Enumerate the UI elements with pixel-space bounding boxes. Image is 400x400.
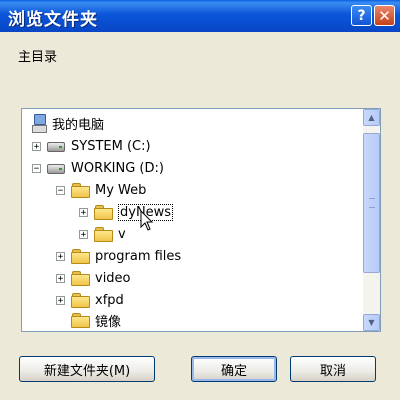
help-button[interactable]: ? [351, 5, 372, 26]
tree-item-label: My Web [95, 182, 147, 198]
close-button[interactable]: ✕ [374, 5, 395, 26]
arrow-down-icon: ▼ [368, 318, 375, 327]
help-icon: ? [357, 7, 366, 24]
tree-item-v[interactable]: + v [79, 224, 126, 244]
tree-item-mirror[interactable]: 镜像 [56, 310, 121, 330]
tree-item-label: v [118, 226, 126, 242]
expand-icon[interactable]: + [79, 207, 88, 217]
expand-icon[interactable]: + [56, 251, 65, 261]
section-label: 主目录 [18, 50, 58, 65]
tree-item-label: video [95, 270, 131, 286]
tree-item-working-drive[interactable]: − WORKING (D:) [32, 158, 164, 178]
expand-icon[interactable]: + [32, 141, 41, 151]
ok-label: 确定 [220, 363, 247, 379]
folder-icon [71, 313, 90, 328]
scroll-down-button[interactable]: ▼ [363, 314, 380, 331]
tree-item-label: program files [95, 248, 182, 264]
expand-icon[interactable]: + [56, 295, 65, 305]
tree-item-label: 我的电脑 [52, 117, 105, 133]
folder-icon [71, 293, 90, 308]
drive-icon [47, 142, 65, 152]
drive-icon [47, 164, 65, 174]
new-folder-button[interactable]: 新建文件夹(M) [19, 356, 155, 382]
folder-icon [71, 249, 90, 264]
folder-icon [71, 271, 90, 286]
tree-item-my-computer[interactable]: 我的电脑 [32, 113, 104, 133]
new-folder-label: 新建文件夹(M) [43, 363, 131, 379]
close-icon: ✕ [378, 6, 391, 25]
folder-tree[interactable]: 我的电脑 + SYSTEM (C:) − WORKING (D:) − My W… [21, 108, 381, 332]
tree-item-label: 镜像 [95, 314, 122, 330]
grip-icon [369, 198, 375, 208]
folder-icon [94, 205, 113, 220]
tree-item-video[interactable]: + video [56, 268, 131, 288]
tree-item-label: WORKING (D:) [71, 160, 164, 176]
cancel-label: 取消 [319, 363, 346, 379]
collapse-icon[interactable]: − [56, 185, 65, 195]
folder-icon [94, 227, 113, 242]
window-title: 浏览文件夹 [8, 10, 98, 30]
collapse-icon[interactable]: − [32, 163, 41, 173]
tree-item-dynews[interactable]: + dyNews [79, 202, 174, 222]
tree-item-my-web[interactable]: − My Web [56, 180, 146, 200]
tree-item-label: xfpd [95, 292, 124, 308]
scroll-thumb[interactable] [363, 133, 380, 273]
tree-item-program-files[interactable]: + program files [56, 246, 181, 266]
tree-item-system-drive[interactable]: + SYSTEM (C:) [32, 136, 151, 156]
ok-button[interactable]: 确定 [191, 356, 277, 382]
tree-item-xfpd[interactable]: + xfpd [56, 290, 124, 310]
mouse-cursor-icon [140, 210, 154, 231]
tree-item-label: SYSTEM (C:) [71, 138, 151, 154]
vertical-scrollbar[interactable]: ▲ ▼ [363, 109, 380, 331]
computer-icon [32, 114, 47, 133]
arrow-up-icon: ▲ [368, 113, 375, 122]
folder-open-icon [71, 183, 90, 198]
expand-icon[interactable]: + [56, 273, 65, 283]
title-bar[interactable]: 浏览文件夹 ? ✕ [0, 0, 400, 32]
expand-icon[interactable]: + [79, 229, 88, 239]
scroll-up-button[interactable]: ▲ [363, 109, 380, 126]
cancel-button[interactable]: 取消 [290, 356, 376, 382]
